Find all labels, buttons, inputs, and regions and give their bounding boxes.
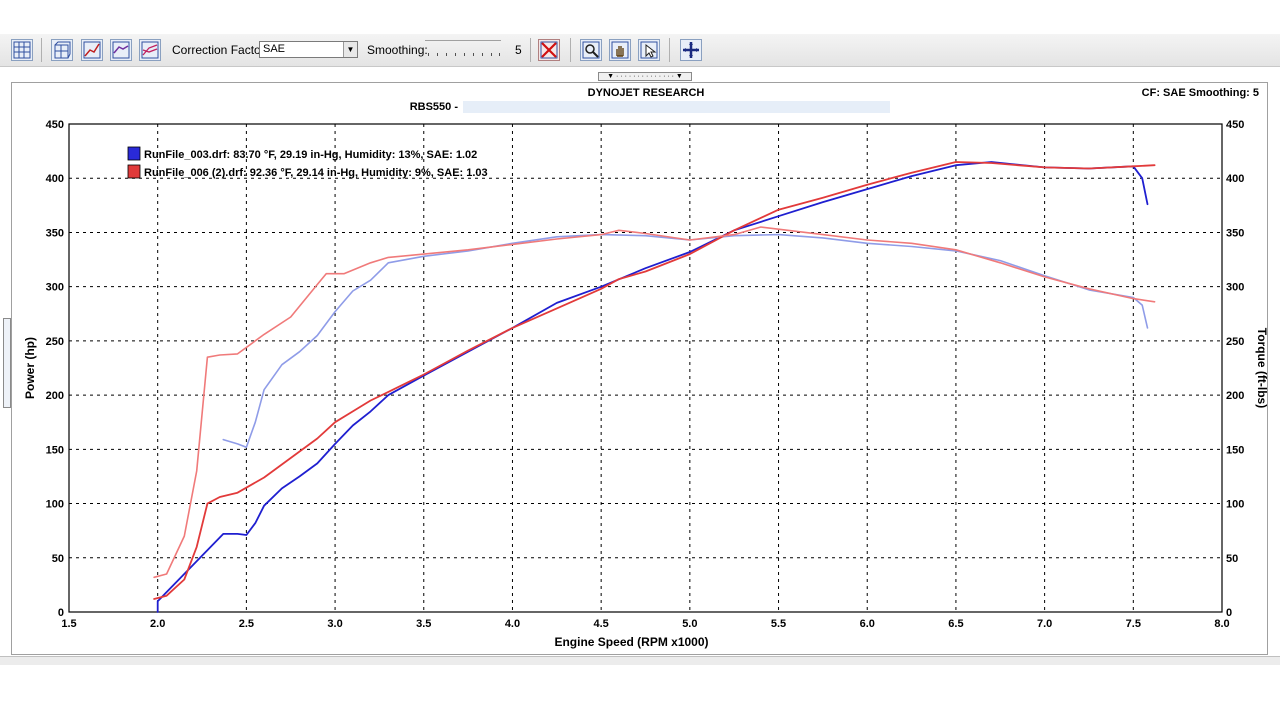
y2-tick-label: 400 [1226, 173, 1244, 185]
y-tick-label: 450 [46, 119, 64, 131]
chart-status: CF: SAE Smoothing: 5 [1142, 87, 1259, 99]
side-panel-handle[interactable] [3, 318, 11, 408]
x-tick-label: 5.0 [682, 618, 697, 630]
x-tick-label: 6.5 [948, 618, 963, 630]
x-tick-label: 3.0 [327, 618, 342, 630]
legend-entry: RunFile_006 (2).drf: 92.36 °F, 29.14 in-… [144, 167, 488, 179]
correction-factor-value: SAE [263, 43, 286, 55]
series-line-power [156, 161, 1149, 613]
y-tick-label: 150 [46, 444, 64, 456]
legend-swatch [127, 164, 141, 179]
smoothing-value: 5 [515, 43, 522, 57]
y-tick-label: 300 [46, 282, 64, 294]
y-tick-label: 200 [46, 390, 64, 402]
grid-view-icon[interactable] [11, 39, 33, 61]
chart-title: DYNOJET RESEARCH [588, 87, 705, 99]
x-tick-label: 2.5 [239, 618, 254, 630]
x-tick-label: 4.0 [505, 618, 520, 630]
y2-tick-label: 200 [1226, 390, 1244, 402]
series-line-power [153, 161, 1156, 600]
y2-tick-label: 150 [1226, 444, 1244, 456]
legend-swatch [127, 146, 141, 161]
clear-runs-icon[interactable] [538, 39, 560, 61]
y-axis-label: Power (hp) [23, 337, 37, 399]
smoothing-slider[interactable] [425, 40, 501, 59]
crosshair-icon[interactable] [680, 39, 702, 61]
legend-entry: RunFile_003.drf: 83.70 °F, 29.19 in-Hg, … [144, 149, 477, 161]
y2-tick-label: 0 [1226, 607, 1232, 619]
x-tick-label: 7.5 [1126, 618, 1141, 630]
chart-frame: DYNOJET RESEARCH CF: SAE Smoothing: 5 RB… [11, 82, 1268, 655]
series-line-torque [153, 226, 1156, 579]
toolbar: Correction Factor: SAE ▼ Smoothing: 5 [0, 34, 1280, 67]
zoom-icon[interactable] [580, 39, 602, 61]
correction-factor-label: Correction Factor: [172, 43, 269, 57]
y-tick-label: 400 [46, 173, 64, 185]
graph-power-icon[interactable] [81, 39, 103, 61]
run-name-field [463, 101, 890, 113]
y2-tick-label: 250 [1226, 336, 1244, 348]
y-tick-label: 0 [58, 607, 64, 619]
x-tick-label: 4.5 [594, 618, 609, 630]
x-tick-label: 8.0 [1214, 618, 1229, 630]
x-tick-label: 5.5 [771, 618, 786, 630]
graph-3d-icon[interactable] [51, 39, 73, 61]
y-tick-label: 350 [46, 227, 64, 239]
run-label: RBS550 - [410, 101, 459, 113]
x-axis-label: Engine Speed (RPM x1000) [554, 635, 708, 649]
x-tick-label: 1.5 [61, 618, 76, 630]
graph-overlay-icon[interactable] [139, 39, 161, 61]
correction-factor-select[interactable]: SAE ▼ [259, 41, 358, 58]
x-tick-label: 6.0 [860, 618, 875, 630]
y2-tick-label: 50 [1226, 553, 1238, 565]
pan-hand-icon[interactable] [609, 39, 631, 61]
x-tick-label: 7.0 [1037, 618, 1052, 630]
x-tick-label: 3.5 [416, 618, 431, 630]
chevron-down-icon[interactable]: ▼ [343, 42, 357, 57]
collapse-toolbar-handle[interactable]: ▼ · · · · · · · · · · · · · · ▼ [598, 72, 692, 81]
y2-tick-label: 450 [1226, 119, 1244, 131]
y2-tick-label: 300 [1226, 282, 1244, 294]
graph-torque-icon[interactable] [110, 39, 132, 61]
y2-tick-label: 100 [1226, 499, 1244, 511]
x-tick-label: 2.0 [150, 618, 165, 630]
bottom-bar [0, 656, 1280, 665]
dyno-chart: DYNOJET RESEARCH CF: SAE Smoothing: 5 RB… [23, 87, 1267, 649]
y2-axis-label: Torque (ft-lbs) [1255, 328, 1267, 408]
plot-border [68, 123, 1223, 613]
y-tick-label: 100 [46, 499, 64, 511]
cursor-select-icon[interactable] [638, 39, 660, 61]
smoothing-label: Smoothing: [367, 43, 428, 57]
y-tick-label: 50 [52, 553, 64, 565]
y-tick-label: 250 [46, 336, 64, 348]
y2-tick-label: 350 [1226, 227, 1244, 239]
